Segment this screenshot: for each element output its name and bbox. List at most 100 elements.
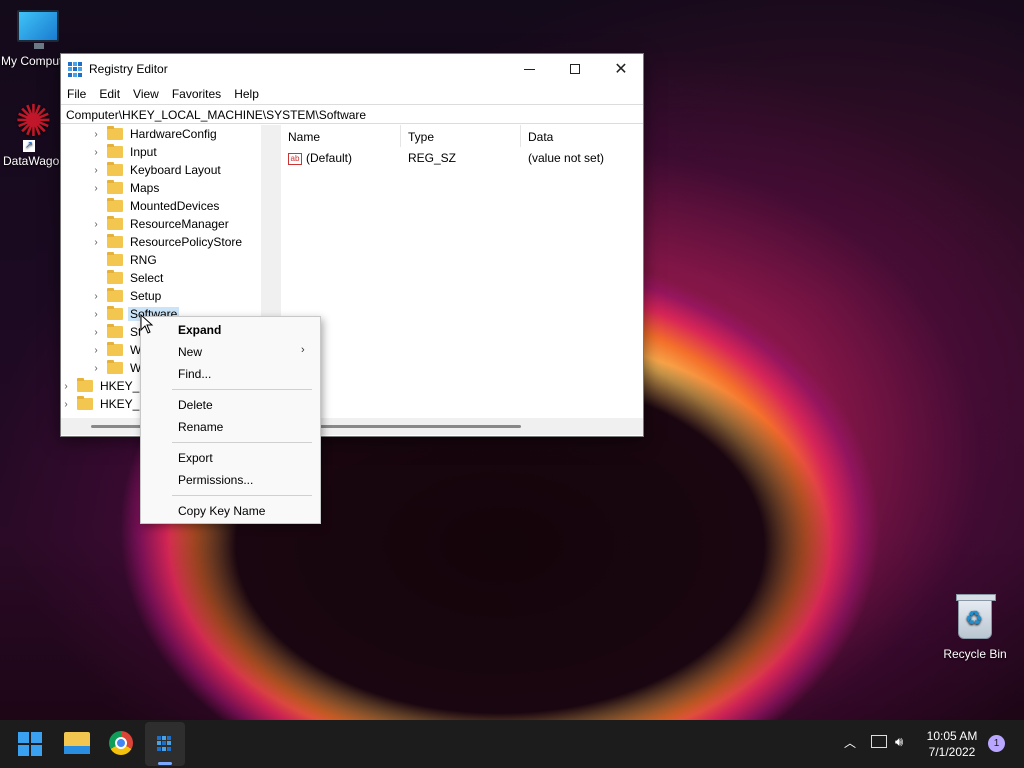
address-bar[interactable]: Computer\HKEY_LOCAL_MACHINE\SYSTEM\Softw…: [61, 104, 643, 124]
start-button[interactable]: [18, 732, 42, 756]
menu-item-copy-key-name[interactable]: Copy Key Name: [178, 504, 265, 518]
menu-item-permissions[interactable]: Permissions...: [178, 473, 253, 487]
chrome-icon[interactable]: [109, 731, 133, 755]
menu-help[interactable]: Help: [234, 87, 259, 101]
clock[interactable]: 10:05 AM 7/1/2022: [920, 728, 984, 760]
menu-edit[interactable]: Edit: [99, 87, 120, 101]
network-icon[interactable]: [871, 735, 887, 748]
folder-icon: [107, 216, 123, 230]
folder-icon: [107, 162, 123, 176]
active-app-indicator: [158, 762, 172, 765]
menu-item-find[interactable]: Find...: [178, 367, 211, 381]
menu-item-export[interactable]: Export: [178, 451, 213, 465]
recycle-bin-icon: ♻: [956, 594, 996, 639]
folder-icon: [107, 144, 123, 158]
menu-item-expand[interactable]: Expand: [178, 323, 221, 337]
close-button[interactable]: ✕: [598, 54, 644, 84]
chevron-right-icon[interactable]: ›: [91, 237, 101, 248]
folder-icon: [77, 378, 93, 392]
menu-favorites[interactable]: Favorites: [172, 87, 221, 101]
window-title: Registry Editor: [89, 62, 168, 76]
folder-icon: [107, 234, 123, 248]
menu-item-rename[interactable]: Rename: [178, 420, 223, 434]
column-header-type[interactable]: Type: [401, 125, 521, 147]
menu-item-delete[interactable]: Delete: [178, 398, 213, 412]
chevron-right-icon[interactable]: ›: [91, 129, 101, 140]
tree-item[interactable]: RNG: [91, 251, 159, 269]
minimize-icon: [523, 68, 535, 70]
menu-separator: [172, 389, 312, 390]
tree-item[interactable]: › ResourceManager: [91, 215, 231, 233]
clock-time: 10:05 AM: [926, 729, 978, 743]
chevron-right-icon[interactable]: ›: [91, 165, 101, 176]
folder-icon: [107, 180, 123, 194]
column-header-data[interactable]: Data: [521, 125, 643, 147]
chevron-up-icon[interactable]: ︿: [844, 734, 856, 751]
folder-icon: [107, 288, 123, 302]
minimize-button[interactable]: [506, 54, 552, 84]
shortcut-arrow-icon: ↗: [23, 140, 35, 152]
chevron-right-icon: ›: [301, 344, 305, 356]
value-data-cell: (value not set): [528, 151, 605, 165]
folder-icon: [107, 252, 123, 266]
folder-icon: [107, 360, 123, 374]
chevron-right-icon[interactable]: ›: [91, 345, 101, 356]
chevron-right-icon[interactable]: ›: [91, 309, 101, 320]
desktop-icon-recycle-bin[interactable]: ♻ Recycle Bin: [938, 594, 1012, 661]
context-menu: Expand New › Find... Delete Rename Expor…: [140, 316, 321, 524]
value-name-cell: ab (Default): [281, 146, 401, 170]
menu-bar: File Edit View Favorites Help: [61, 84, 643, 104]
taskbar: ︿ 🔊︎ 10:05 AM 7/1/2022 1: [0, 720, 1024, 768]
menu-separator: [172, 442, 312, 443]
clock-date: 7/1/2022: [928, 745, 976, 759]
value-row[interactable]: ab (Default) REG_SZ (value not set): [281, 147, 643, 169]
tree-item[interactable]: › Keyboard Layout: [91, 161, 223, 179]
tree-item[interactable]: › ResourcePolicyStore: [91, 233, 244, 251]
close-icon: ✕: [614, 61, 628, 78]
notification-badge[interactable]: 1: [988, 735, 1005, 752]
registry-editor-taskbar-button[interactable]: [145, 722, 185, 766]
string-value-icon: ab: [288, 152, 302, 165]
tree-item[interactable]: › Setup: [91, 287, 163, 305]
chevron-right-icon[interactable]: ›: [91, 363, 101, 374]
menu-view[interactable]: View: [133, 87, 159, 101]
folder-icon: [107, 126, 123, 140]
tree-item[interactable]: MountedDevices: [91, 197, 221, 215]
value-type-cell: REG_SZ: [408, 151, 457, 165]
menu-file[interactable]: File: [67, 87, 86, 101]
chevron-right-icon[interactable]: ›: [91, 183, 101, 194]
values-header: Name Type Data: [281, 125, 643, 147]
volume-icon[interactable]: 🔊︎: [895, 734, 903, 750]
datawagon-icon: ↗: [15, 100, 59, 152]
tree-item[interactable]: › Input: [91, 143, 159, 161]
chevron-right-icon[interactable]: ›: [61, 381, 71, 392]
column-header-name[interactable]: Name: [281, 125, 401, 147]
folder-icon: [77, 396, 93, 410]
folder-icon: [107, 198, 123, 212]
registry-editor-icon: [68, 62, 84, 77]
folder-icon: [107, 324, 123, 338]
maximize-icon: [570, 64, 580, 74]
file-explorer-icon[interactable]: [64, 732, 90, 754]
desktop-icon-label: My Computer: [1, 54, 61, 68]
chevron-right-icon[interactable]: ›: [61, 399, 71, 410]
tree-item[interactable]: › HardwareConfig: [91, 125, 219, 143]
chevron-right-icon[interactable]: ›: [91, 219, 101, 230]
folder-icon: [107, 306, 123, 320]
tree-item[interactable]: › Maps: [91, 179, 161, 197]
menu-item-new[interactable]: New: [178, 345, 202, 359]
monitor-icon: [17, 10, 59, 49]
values-list: Name Type Data ab (Default) REG_SZ (value…: [281, 125, 643, 418]
folder-icon: [107, 342, 123, 356]
desktop-icon-label: DataWagon: [3, 154, 60, 168]
menu-separator: [172, 495, 312, 496]
title-bar[interactable]: Registry Editor ✕: [61, 54, 643, 84]
desktop-icon-label: Recycle Bin: [943, 647, 1007, 661]
folder-icon: [107, 270, 123, 284]
chevron-right-icon[interactable]: ›: [91, 291, 101, 302]
registry-editor-icon: [157, 736, 173, 751]
maximize-button[interactable]: [552, 54, 598, 84]
tree-item[interactable]: Select: [91, 269, 165, 287]
chevron-right-icon[interactable]: ›: [91, 327, 101, 338]
chevron-right-icon[interactable]: ›: [91, 147, 101, 158]
